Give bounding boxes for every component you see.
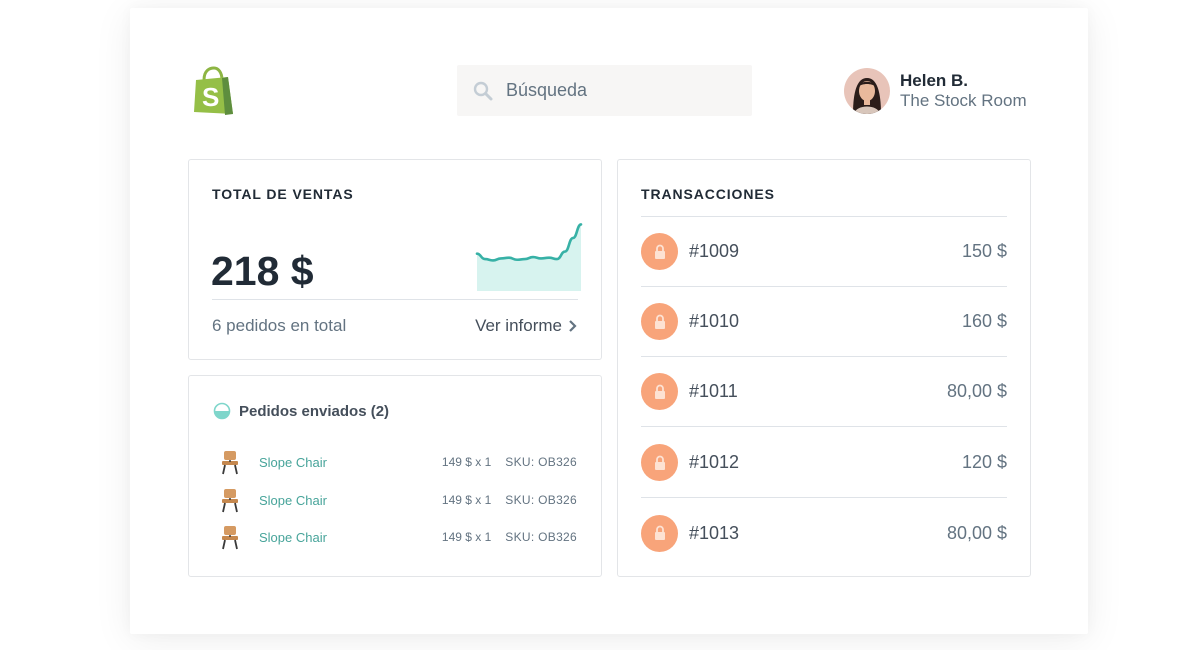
transaction-id: #1011 bbox=[689, 381, 738, 401]
order-item: Slope Chair 149 $ x 1 SKU: OB326 bbox=[219, 485, 577, 515]
chair-icon bbox=[222, 526, 238, 550]
lock-icon bbox=[641, 233, 678, 270]
product-link[interactable]: Slope Chair bbox=[259, 530, 327, 545]
sales-amount: 218 $ bbox=[211, 248, 314, 294]
item-price: 149 $ x 1 bbox=[441, 493, 492, 507]
store-name: The Stock Room bbox=[900, 91, 1027, 110]
lock-icon bbox=[641, 444, 678, 481]
avatar[interactable] bbox=[844, 68, 890, 114]
total-sales-card: TOTAL DE VENTAS 218 $ 6 pedidos en total… bbox=[188, 159, 602, 360]
orders-title: Pedidos enviados (2) bbox=[239, 402, 390, 420]
chair-icon bbox=[222, 451, 238, 475]
sales-sparkline bbox=[475, 223, 583, 291]
shipped-orders-card: Pedidos enviados (2) Slope Chair 149 $ x… bbox=[188, 375, 602, 577]
user-profile[interactable]: Helen B. The Stock Room bbox=[844, 68, 1027, 114]
order-item: Slope Chair 149 $ x 1 SKU: OB326 bbox=[219, 522, 577, 552]
item-sku: SKU: OB326 bbox=[505, 455, 577, 469]
chevron-right-icon bbox=[569, 320, 577, 332]
search-bar[interactable] bbox=[457, 65, 752, 116]
view-report-label: Ver informe bbox=[475, 316, 562, 335]
transaction-amount: 80,00 $ bbox=[946, 522, 1007, 543]
transactions-card: TRANSACCIONES #1009 150 $ #1010 160 $ #1… bbox=[617, 159, 1031, 577]
item-sku: SKU: OB326 bbox=[505, 493, 577, 507]
transaction-id: #1009 bbox=[689, 241, 740, 261]
transaction-row[interactable]: #1011 80,00 $ bbox=[641, 357, 1007, 427]
transaction-row[interactable]: #1012 120 $ bbox=[641, 428, 1007, 498]
transaction-amount: 150 $ bbox=[961, 241, 1007, 261]
transaction-amount: 120 $ bbox=[961, 452, 1007, 472]
product-link[interactable]: Slope Chair bbox=[259, 455, 327, 470]
transaction-id: #1013 bbox=[689, 522, 740, 543]
product-link[interactable]: Slope Chair bbox=[259, 493, 327, 508]
transaction-amount: 80,00 $ bbox=[946, 381, 1007, 401]
orders-header: Pedidos enviados (2) bbox=[213, 402, 389, 420]
item-price: 149 $ x 1 bbox=[441, 455, 492, 469]
transaction-id: #1012 bbox=[689, 452, 740, 472]
user-name: Helen B. bbox=[900, 71, 969, 90]
svg-text:S: S bbox=[202, 82, 219, 112]
order-item: Slope Chair 149 $ x 1 SKU: OB326 bbox=[219, 447, 577, 477]
search-icon bbox=[473, 81, 493, 100]
transaction-amount: 160 $ bbox=[961, 311, 1007, 331]
item-price: 149 $ x 1 bbox=[441, 530, 492, 544]
transaction-id: #1010 bbox=[689, 311, 740, 331]
lock-icon bbox=[641, 303, 678, 340]
card-title: TOTAL DE VENTAS bbox=[212, 186, 354, 202]
view-report-link[interactable]: Ver informe bbox=[475, 316, 577, 336]
transaction-row[interactable]: #1009 150 $ bbox=[641, 217, 1007, 287]
orders-summary: 6 pedidos en total bbox=[212, 316, 347, 335]
dashboard-frame: S Helen B. The Stock Room TOTAL DE VE bbox=[130, 8, 1088, 634]
divider bbox=[212, 299, 578, 300]
half-circle-status-icon bbox=[213, 402, 231, 420]
chair-icon bbox=[222, 489, 238, 513]
lock-icon bbox=[641, 514, 678, 552]
item-sku: SKU: OB326 bbox=[505, 530, 577, 544]
search-input[interactable] bbox=[506, 80, 736, 101]
shopify-bag-icon[interactable]: S bbox=[192, 66, 236, 116]
transaction-row[interactable]: #1010 160 $ bbox=[641, 287, 1007, 357]
card-title: TRANSACCIONES bbox=[641, 186, 775, 202]
transaction-row[interactable]: #1013 80,00 $ bbox=[641, 498, 1007, 568]
lock-icon bbox=[641, 373, 678, 410]
